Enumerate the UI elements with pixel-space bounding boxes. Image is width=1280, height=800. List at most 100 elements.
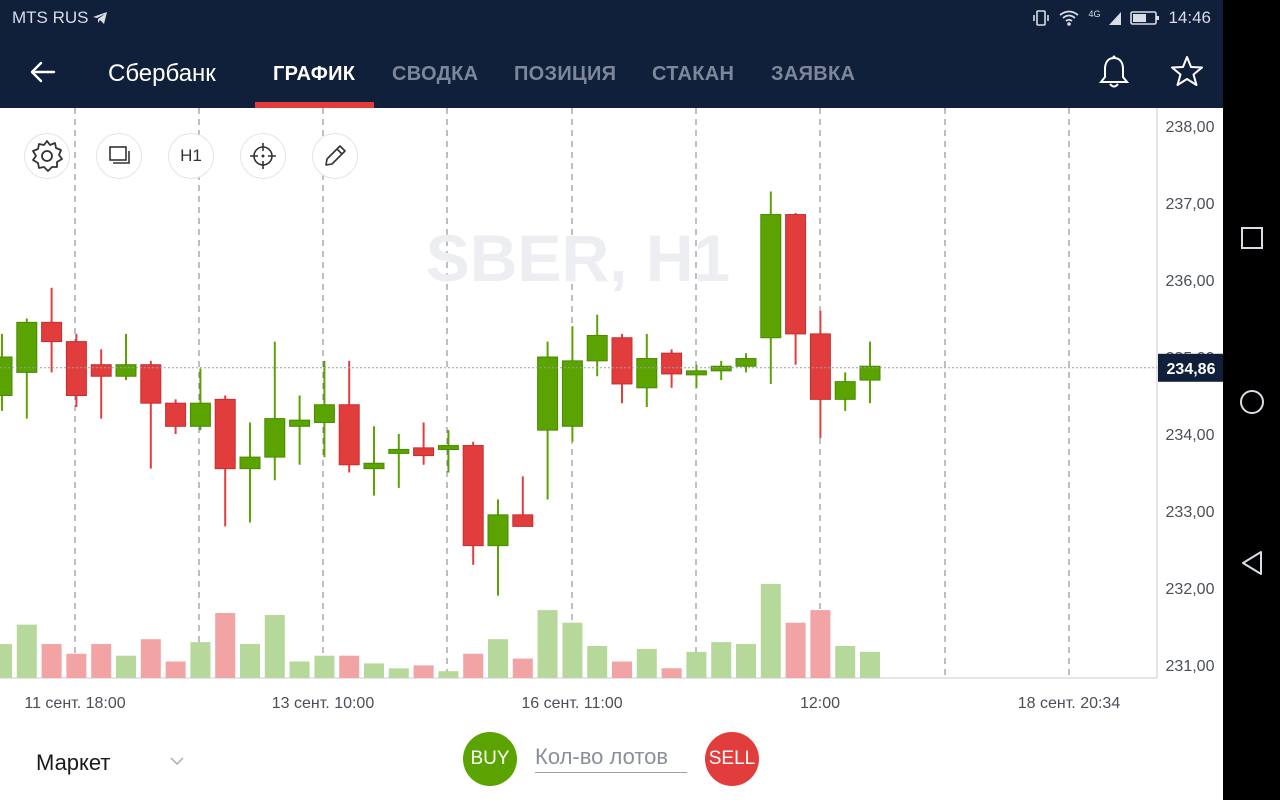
x-tick-label: 13 сент. 10:00 [272, 695, 375, 712]
y-tick-label: 232,00 [1166, 581, 1215, 598]
candle-body [189, 402, 211, 427]
tab-orderbook[interactable]: СТАКАН [652, 63, 734, 86]
volume-bar [562, 622, 583, 678]
candle-body [512, 514, 534, 527]
candle-body [437, 445, 459, 451]
system-nav-bar [1223, 0, 1280, 800]
volume-bar [488, 639, 508, 678]
candle-body [41, 321, 63, 343]
volume-bar [835, 645, 856, 678]
lots-quantity-input[interactable] [535, 742, 687, 773]
candle-body [65, 341, 87, 397]
y-tick-label: 233,00 [1166, 504, 1215, 521]
candle-body [611, 337, 633, 385]
candle-body [809, 333, 831, 400]
candle-body [0, 356, 13, 396]
candle-body [140, 364, 162, 404]
bell-icon[interactable] [1097, 54, 1131, 90]
order-type-select[interactable]: Маркет [36, 750, 111, 776]
candle-body [760, 214, 782, 339]
chevron-down-icon[interactable] [168, 752, 186, 770]
candlestick-chart[interactable]: SBER, H1238,00237,00236,00235,00234,0023… [0, 108, 1223, 728]
candle-body [685, 370, 707, 376]
x-tick-label: 18 сент. 20:34 [1018, 695, 1121, 712]
current-price-label: 234,86 [1167, 361, 1216, 378]
candle-body [735, 358, 757, 367]
carrier-name: MTS RUS [12, 8, 89, 27]
wifi-icon [1059, 10, 1079, 26]
volume-bar [537, 610, 558, 678]
y-tick-label: 231,00 [1166, 658, 1215, 675]
crosshair-button[interactable] [240, 133, 286, 179]
x-tick-label: 16 сент. 11:00 [521, 695, 622, 712]
volume-bar [463, 653, 484, 678]
candle-body [462, 445, 484, 547]
volume-bar [587, 645, 608, 678]
settings-button[interactable] [24, 133, 70, 179]
candle-body [363, 462, 385, 470]
buy-button[interactable]: BUY [463, 732, 517, 786]
volume-bar [215, 613, 236, 678]
price-chart[interactable]: SBER, H1238,00237,00236,00235,00234,0023… [0, 108, 1223, 728]
candle-body [859, 365, 881, 381]
pencil-icon [325, 145, 346, 166]
candle-body [785, 214, 807, 335]
volume-bar [91, 644, 112, 678]
volume-bar [512, 658, 533, 678]
candle-body [636, 358, 658, 389]
volume-bar [413, 665, 434, 678]
volume-bar [636, 648, 657, 678]
volume-bar [240, 644, 260, 678]
candle-body [834, 381, 856, 400]
y-tick-label: 236,00 [1166, 273, 1215, 290]
tab-chart[interactable]: ГРАФИК [273, 63, 355, 86]
app-window: MTS RUS 4G 14:46 Сбербанк ГРАФИК СВОДКА … [0, 0, 1223, 800]
volume-bar [66, 653, 87, 678]
candle-body [165, 402, 187, 427]
volume-bar [612, 661, 632, 678]
sell-button[interactable]: SELL [705, 732, 759, 786]
volume-bar [190, 642, 211, 678]
star-icon[interactable] [1170, 54, 1204, 88]
candle-body [586, 334, 608, 362]
home-icon[interactable] [1238, 388, 1266, 416]
volume-bar [264, 614, 285, 678]
draw-button[interactable] [312, 133, 358, 179]
tab-summary[interactable]: СВОДКА [392, 63, 478, 86]
volume-bar [0, 644, 12, 678]
volume-bar [711, 642, 732, 678]
y-tick-label: 234,00 [1166, 427, 1215, 444]
recents-icon[interactable] [1240, 226, 1264, 250]
volume-bar [736, 644, 756, 678]
settings-icon [32, 140, 63, 172]
timeframe-button[interactable]: H1 [168, 133, 214, 179]
tab-order[interactable]: ЗАЯВКА [771, 63, 855, 86]
candle-body [338, 404, 360, 466]
volume-bar [165, 661, 186, 678]
volume-bar [16, 624, 37, 678]
volume-bar [860, 651, 880, 678]
chart-type-button[interactable] [96, 133, 142, 179]
back-nav-icon[interactable] [1240, 550, 1264, 576]
back-arrow-icon[interactable] [26, 56, 58, 88]
chart-layers-icon [109, 146, 130, 164]
volume-bar [339, 655, 360, 678]
candle-body [115, 364, 137, 377]
volume-bar [388, 668, 409, 678]
app-bar: Сбербанк ГРАФИК СВОДКА ПОЗИЦИЯ СТАКАН ЗА… [0, 36, 1223, 108]
volume-bar [661, 668, 682, 678]
volume-bar [438, 671, 459, 678]
telegram-icon [93, 12, 107, 24]
candle-body [264, 418, 286, 458]
candle-body [388, 448, 410, 454]
status-icons: 4G 14:46 [1032, 8, 1211, 28]
y-tick-label: 238,00 [1166, 119, 1215, 136]
volume-bar [289, 661, 310, 678]
tab-position[interactable]: ПОЗИЦИЯ [514, 63, 616, 86]
instrument-title: Сбербанк [108, 60, 216, 87]
volume-bar [364, 663, 384, 678]
volume-bar [140, 639, 161, 678]
volume-bar [686, 651, 707, 678]
chart-watermark: SBER, H1 [426, 221, 730, 295]
volume-bar [810, 610, 831, 678]
